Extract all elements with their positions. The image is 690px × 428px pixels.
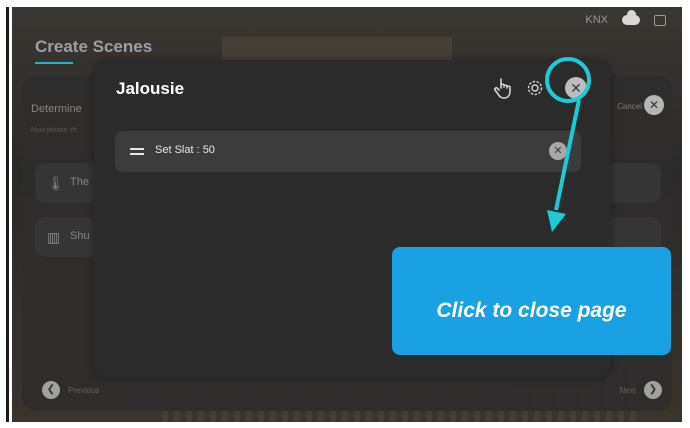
- gear-icon[interactable]: [526, 79, 544, 97]
- next-label: Next: [619, 385, 636, 395]
- dialog-title: Jalousie: [116, 79, 185, 98]
- close-highlight-ring: [545, 57, 591, 103]
- slat-action-row[interactable]: Set Slat : 50 ✕: [115, 131, 581, 172]
- title-underline: [35, 62, 73, 64]
- thermometer-icon: 🌡: [47, 175, 65, 191]
- instruction-text: Now please ch: [31, 127, 77, 134]
- instruction-callout: Click to close page: [392, 247, 671, 355]
- slat-action-label: Set Slat : 50: [155, 144, 215, 156]
- status-bar: KNX: [585, 10, 666, 26]
- hand-pointer-icon[interactable]: [494, 77, 512, 99]
- chevron-left-icon: ❮: [42, 381, 60, 399]
- cancel-label[interactable]: Cancel: [617, 102, 642, 111]
- previous-label: Previous: [68, 385, 100, 395]
- next-button[interactable]: Next ❯: [620, 381, 662, 399]
- display-icon[interactable]: [654, 14, 666, 26]
- cancel-icon[interactable]: ✕: [644, 95, 664, 115]
- screenshot-frame: KNX Create Scenes Determine Now please c…: [0, 0, 690, 428]
- page-title: Create Scenes: [35, 37, 153, 56]
- cloud-icon[interactable]: [622, 10, 640, 25]
- callout-text: Click to close page: [436, 299, 627, 322]
- previous-button[interactable]: ❮ Previous: [42, 381, 99, 399]
- drag-handle-icon[interactable]: [130, 148, 144, 155]
- chevron-right-icon: ❯: [644, 381, 662, 399]
- device-label: Shu: [70, 230, 90, 242]
- shutter-icon: ▥: [47, 229, 61, 245]
- protocol-label: KNX: [585, 14, 608, 26]
- determine-label: Determine: [31, 103, 82, 115]
- device-label: The: [70, 176, 89, 188]
- remove-action-icon[interactable]: ✕: [549, 142, 567, 160]
- left-edge-bar: [6, 7, 9, 422]
